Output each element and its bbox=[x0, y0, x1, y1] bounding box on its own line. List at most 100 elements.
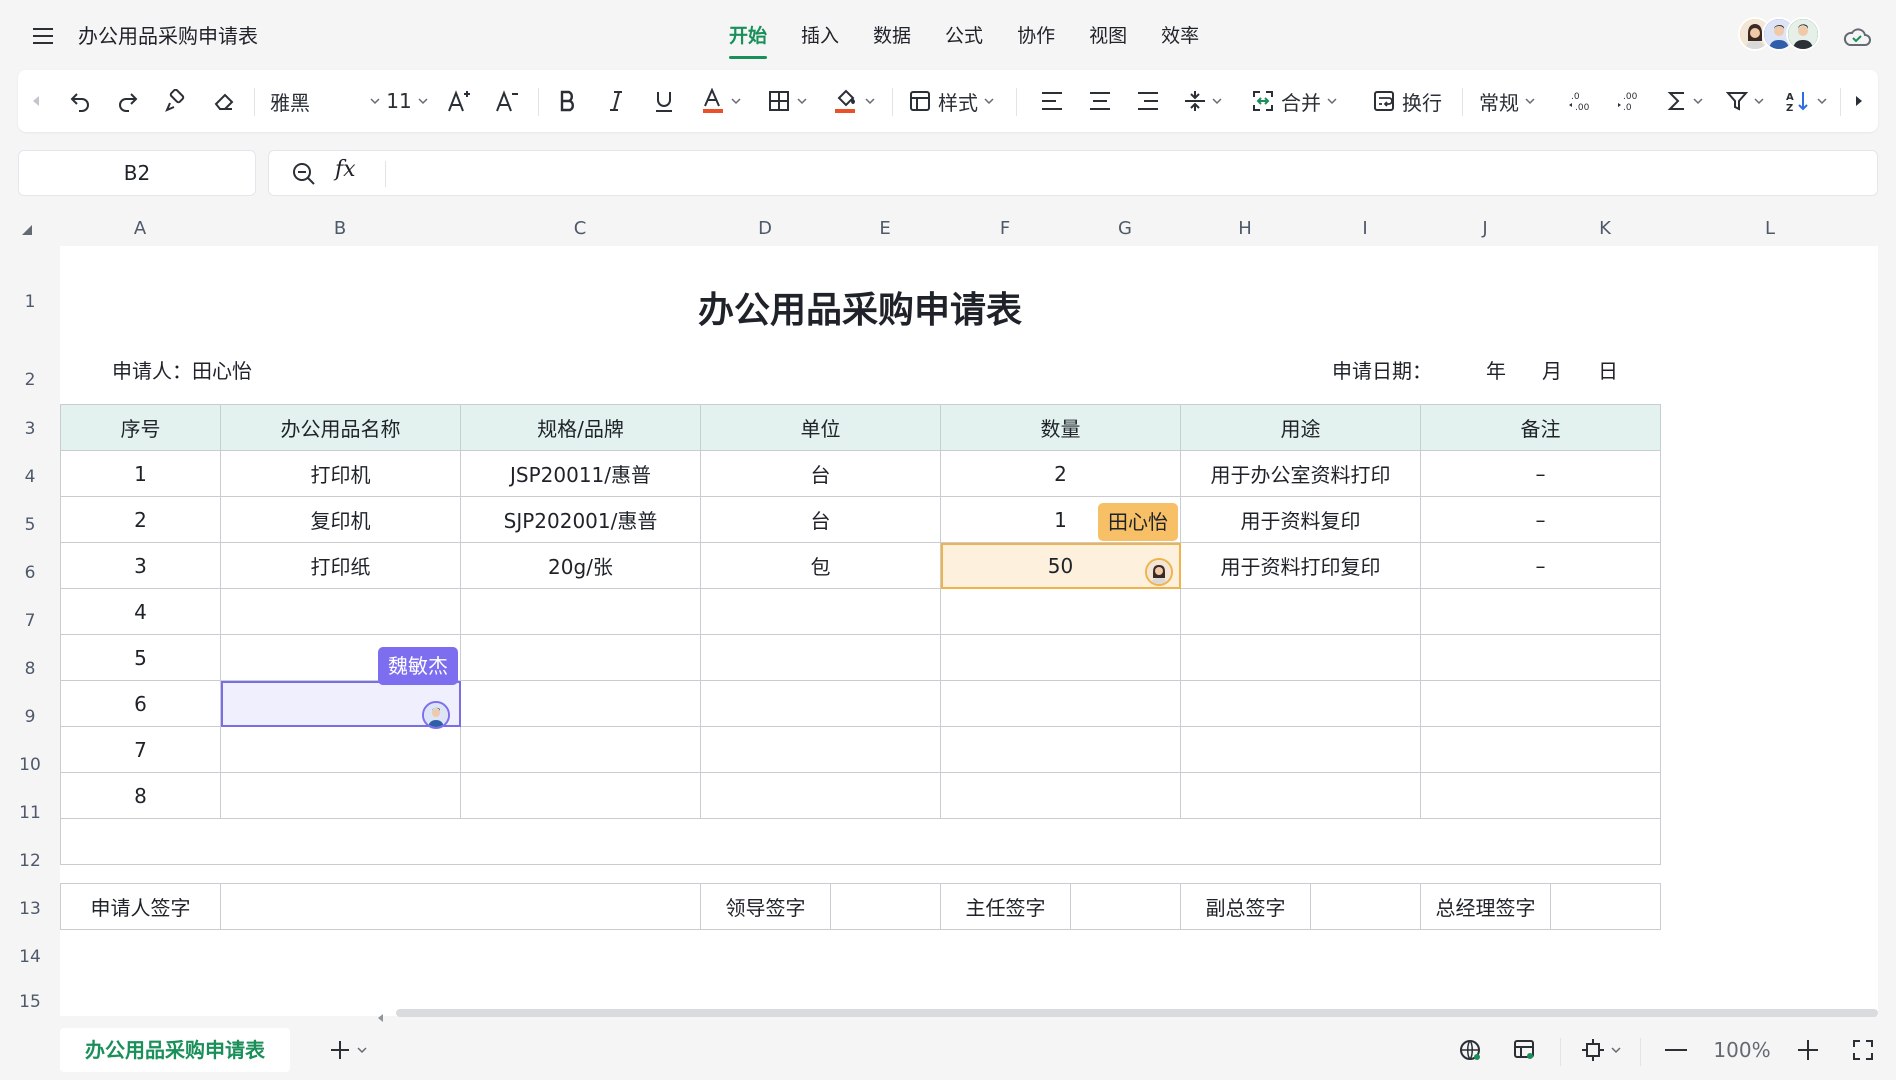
collaborator-cursor-avatar[interactable] bbox=[422, 701, 450, 729]
signature-label[interactable]: 总经理签字 bbox=[1420, 883, 1551, 930]
number-format-select[interactable]: 常规 bbox=[1464, 70, 1550, 132]
table-cell[interactable]: 1 bbox=[60, 450, 221, 497]
merge-cells-button[interactable]: 合并 bbox=[1234, 70, 1354, 132]
table-cell[interactable]: – bbox=[1420, 542, 1661, 589]
signature-cell[interactable] bbox=[220, 883, 701, 930]
table-cell[interactable]: 7 bbox=[60, 726, 221, 773]
column-header-d[interactable]: D bbox=[700, 212, 830, 246]
row-header[interactable]: 7 bbox=[0, 599, 60, 643]
table-cell[interactable] bbox=[460, 772, 701, 819]
row-header[interactable]: 13 bbox=[0, 887, 60, 931]
cell-style-button[interactable]: 样式 bbox=[896, 70, 1006, 132]
table-header-cell[interactable]: 办公用品名称 bbox=[220, 404, 461, 451]
bold-icon[interactable] bbox=[550, 70, 586, 132]
signature-label[interactable]: 副总签字 bbox=[1180, 883, 1311, 930]
cell-name-box[interactable]: B2 bbox=[18, 150, 256, 196]
view-mode-button[interactable] bbox=[1576, 1030, 1626, 1070]
table-cell[interactable] bbox=[700, 588, 941, 635]
column-header-b[interactable]: B bbox=[220, 212, 460, 246]
table-cell[interactable]: 台 bbox=[700, 450, 941, 497]
signature-cell[interactable] bbox=[1070, 883, 1181, 930]
table-cell[interactable] bbox=[1180, 772, 1421, 819]
table-cell[interactable] bbox=[940, 772, 1181, 819]
column-header-k[interactable]: K bbox=[1550, 212, 1660, 246]
table-cell[interactable] bbox=[700, 634, 941, 681]
table-cell[interactable]: SJP202001/惠普 bbox=[460, 496, 701, 543]
horizontal-scrollbar[interactable] bbox=[396, 1009, 1878, 1017]
row-header[interactable]: 5 bbox=[0, 503, 60, 547]
align-right-icon[interactable] bbox=[1130, 70, 1166, 132]
row-header[interactable]: 12 bbox=[0, 839, 60, 883]
sheet-tab[interactable]: 办公用品采购申请表 bbox=[60, 1028, 290, 1072]
formula-bar[interactable]: fx bbox=[268, 150, 1878, 196]
increase-font-icon[interactable] bbox=[442, 70, 478, 132]
table-cell[interactable] bbox=[940, 680, 1181, 727]
table-cell[interactable]: 2 bbox=[940, 450, 1181, 497]
row-header[interactable]: 1 bbox=[0, 282, 60, 322]
date-label[interactable]: 申请日期： bbox=[1332, 347, 1432, 395]
table-cell[interactable] bbox=[1180, 680, 1421, 727]
column-header-e[interactable]: E bbox=[830, 212, 940, 246]
format-painter-icon[interactable] bbox=[158, 70, 194, 132]
undo-icon[interactable] bbox=[62, 70, 98, 132]
table-cell[interactable] bbox=[1420, 588, 1661, 635]
table-cell[interactable]: 2 bbox=[60, 496, 221, 543]
row-header[interactable]: 10 bbox=[0, 743, 60, 787]
font-family-select[interactable]: 雅黑 bbox=[270, 70, 380, 132]
table-cell[interactable]: 用于资料打印复印 bbox=[1180, 542, 1421, 589]
column-header-h[interactable]: H bbox=[1180, 212, 1310, 246]
collaborator-cursor-avatar[interactable] bbox=[1145, 558, 1173, 586]
fx-icon[interactable]: fx bbox=[335, 157, 356, 182]
column-header-f[interactable]: F bbox=[940, 212, 1070, 246]
tab-start[interactable]: 开始 bbox=[712, 16, 784, 59]
scroll-right-icon[interactable] bbox=[1846, 70, 1872, 132]
table-cell[interactable] bbox=[1420, 726, 1661, 773]
table-cell[interactable]: 用于办公室资料打印 bbox=[1180, 450, 1421, 497]
row-header[interactable]: 14 bbox=[0, 935, 60, 979]
table-cell[interactable] bbox=[1180, 726, 1421, 773]
signature-label[interactable]: 申请人签字 bbox=[60, 883, 221, 930]
row-header[interactable]: 2 bbox=[0, 360, 60, 400]
table-cell[interactable] bbox=[940, 588, 1181, 635]
table-cell[interactable] bbox=[1420, 634, 1661, 681]
table-cell[interactable] bbox=[1420, 772, 1661, 819]
table-cell[interactable] bbox=[700, 680, 941, 727]
menu-icon[interactable] bbox=[28, 20, 60, 52]
table-cell[interactable]: 5 bbox=[60, 634, 221, 681]
freeze-panes-icon[interactable] bbox=[1506, 1030, 1542, 1070]
column-header-j[interactable]: J bbox=[1420, 212, 1550, 246]
column-header-c[interactable]: C bbox=[460, 212, 700, 246]
table-cell[interactable] bbox=[700, 726, 941, 773]
table-cell[interactable]: 6 bbox=[60, 680, 221, 727]
scroll-left-icon[interactable] bbox=[24, 70, 48, 132]
font-size-select[interactable]: 11 bbox=[384, 70, 430, 132]
row-header[interactable]: 6 bbox=[0, 551, 60, 595]
table-cell[interactable] bbox=[940, 634, 1181, 681]
row-header[interactable]: 9 bbox=[0, 695, 60, 739]
add-sheet-button[interactable] bbox=[320, 1030, 376, 1070]
select-all-icon[interactable] bbox=[22, 225, 32, 235]
table-header-cell[interactable]: 序号 bbox=[60, 404, 221, 451]
align-left-icon[interactable] bbox=[1034, 70, 1070, 132]
table-cell[interactable] bbox=[1420, 680, 1661, 727]
table-cell[interactable] bbox=[220, 772, 461, 819]
redo-icon[interactable] bbox=[110, 70, 146, 132]
table-cell[interactable] bbox=[1180, 634, 1421, 681]
applicant-label[interactable]: 申请人：田心怡 bbox=[112, 347, 252, 395]
table-header-cell[interactable]: 规格/品牌 bbox=[460, 404, 701, 451]
tab-view[interactable]: 视图 bbox=[1072, 16, 1144, 56]
cloud-saved-icon[interactable] bbox=[1840, 20, 1874, 54]
table-cell[interactable]: 打印纸 bbox=[220, 542, 461, 589]
table-header-cell[interactable]: 单位 bbox=[700, 404, 941, 451]
column-header-a[interactable]: A bbox=[60, 212, 220, 246]
sort-button[interactable]: AZ bbox=[1778, 70, 1834, 132]
table-cell[interactable]: 包 bbox=[700, 542, 941, 589]
zoom-formula-icon[interactable] bbox=[291, 161, 317, 187]
sum-button[interactable] bbox=[1658, 70, 1712, 132]
document-title[interactable]: 办公用品采购申请表 bbox=[78, 20, 258, 52]
increase-decimal-icon[interactable]: .00.0 bbox=[1610, 70, 1646, 132]
avatar[interactable] bbox=[1786, 17, 1820, 51]
vertical-align-button[interactable] bbox=[1176, 70, 1230, 132]
row-header[interactable]: 4 bbox=[0, 455, 60, 499]
table-header-cell[interactable]: 数量 bbox=[940, 404, 1181, 451]
